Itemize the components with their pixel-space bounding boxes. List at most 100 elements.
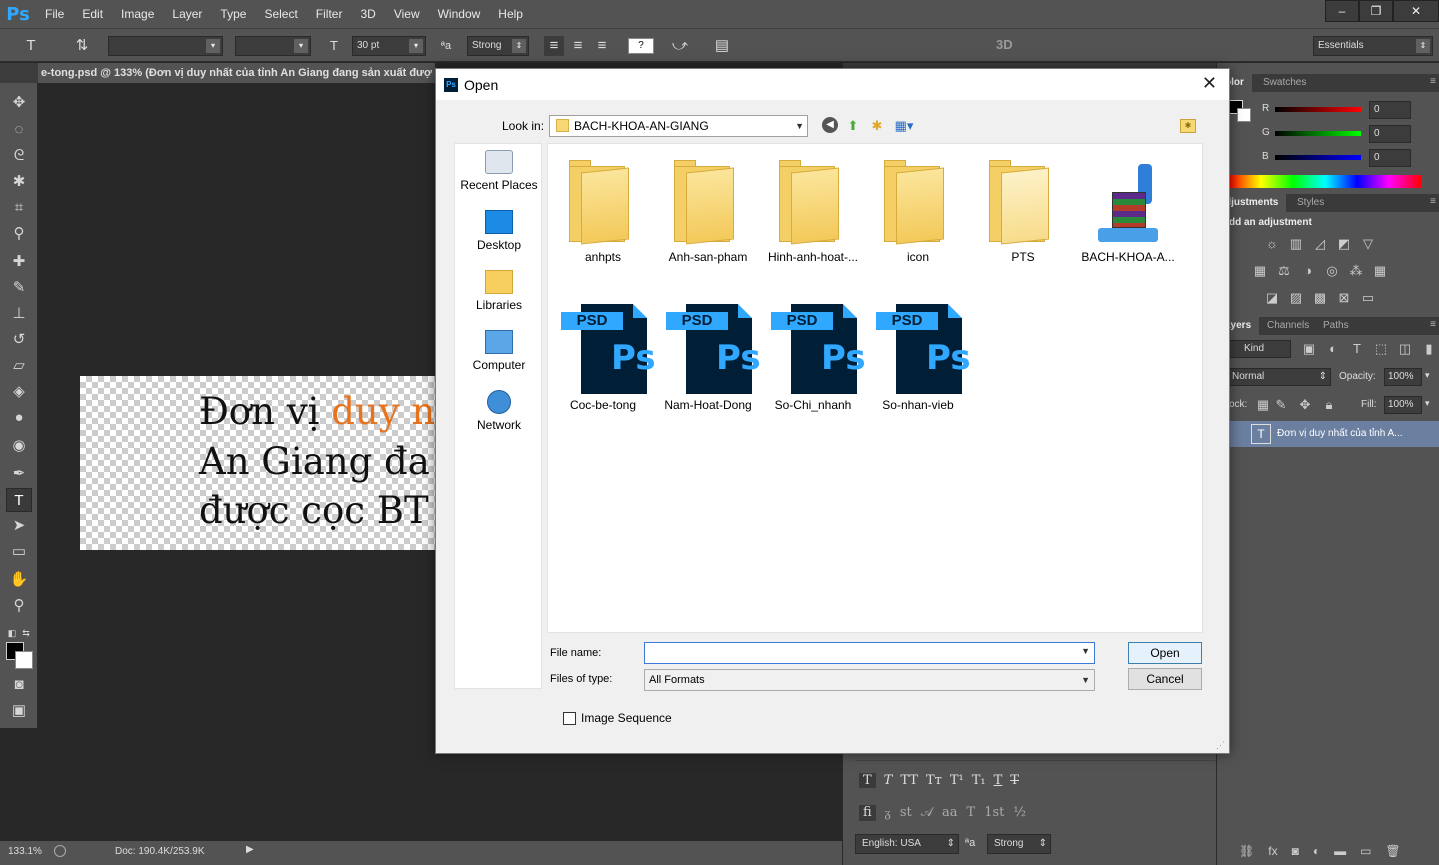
files-of-type-select[interactable]: All Formats ▼	[644, 669, 1095, 691]
green-track[interactable]	[1275, 131, 1361, 136]
crop-tool-icon[interactable]: ⌗	[6, 196, 32, 220]
align-center-icon[interactable]: ≡	[568, 36, 588, 56]
threshold-icon[interactable]: ▩	[1312, 290, 1328, 306]
lock-transparent-icon[interactable]: ▦	[1255, 397, 1271, 413]
blue-slider[interactable]: B 0	[1262, 149, 1412, 167]
eraser-tool-icon[interactable]: ▱	[6, 354, 32, 378]
new-layer-icon[interactable]: ▭	[1360, 844, 1371, 858]
brush-tool-icon[interactable]: ✎	[6, 276, 32, 300]
place-network[interactable]: Network	[455, 390, 543, 432]
folder-item[interactable]: Hinh-anh-hoat-...	[761, 144, 865, 274]
chevron-down-icon[interactable]: ▼	[1081, 646, 1090, 656]
green-value[interactable]: 0	[1369, 125, 1411, 143]
warp-text-icon[interactable]: ⤻	[670, 36, 690, 56]
color-lookup-icon[interactable]: ▦	[1372, 263, 1388, 279]
add-mask-icon[interactable]: ◙	[1292, 844, 1299, 858]
all-caps-icon[interactable]: TT	[900, 773, 918, 788]
strikethrough-icon[interactable]: T	[1010, 773, 1019, 788]
color-balance-icon[interactable]: ⚖	[1276, 263, 1292, 279]
fill-input[interactable]: 100%	[1384, 396, 1422, 414]
titling-icon[interactable]: aa	[942, 805, 958, 821]
color-spectrum[interactable]	[1229, 175, 1421, 188]
red-track[interactable]	[1275, 107, 1361, 112]
new-adjustment-icon[interactable]: ◐	[1313, 844, 1320, 858]
rectangle-tool-icon[interactable]: ▭	[6, 540, 32, 564]
new-folder-icon[interactable]: ✱	[868, 117, 886, 135]
marquee-tool-icon[interactable]: ◌	[6, 118, 32, 142]
minimize-button[interactable]: –	[1325, 0, 1359, 22]
document-tab[interactable]: e-tong.psd @ 133% (Đơn vị duy nhất của t…	[38, 63, 435, 83]
character-panel-icon[interactable]: ▤	[712, 36, 732, 56]
levels-icon[interactable]: ▥	[1288, 236, 1304, 252]
channel-mixer-icon[interactable]: ⁂	[1348, 263, 1364, 279]
delete-layer-icon[interactable]: 🗑︎	[1385, 844, 1400, 858]
menu-3d[interactable]: 3D	[351, 0, 384, 28]
image-sequence-option[interactable]: Image Sequence	[563, 711, 672, 725]
new-group-icon[interactable]: ▬	[1334, 844, 1346, 858]
menu-help[interactable]: Help	[489, 0, 532, 28]
share-icon[interactable]	[54, 845, 66, 857]
resize-grip-icon[interactable]: ⋰	[1216, 740, 1225, 751]
type-tool-icon[interactable]: T	[6, 488, 32, 512]
filter-shape-icon[interactable]: ⬚	[1373, 341, 1389, 357]
close-icon[interactable]: ✕	[1202, 73, 1217, 94]
align-right-icon[interactable]: ≡	[592, 36, 612, 56]
place-desktop[interactable]: Desktop	[455, 210, 543, 252]
healing-brush-tool-icon[interactable]: ✚	[6, 250, 32, 274]
place-recent[interactable]: Recent Places	[455, 150, 543, 192]
anti-alias-dropdown[interactable]: Strong ⇕	[467, 36, 529, 56]
tab-paths[interactable]: Paths	[1315, 317, 1357, 335]
align-left-icon[interactable]: ≡	[544, 36, 564, 56]
psd-file-item[interactable]: Ps PSD Coc-be-tong	[551, 292, 656, 422]
document-canvas[interactable]: Đơn vị duy n An Giang đa được cọc BT	[80, 376, 435, 550]
blue-value[interactable]: 0	[1369, 149, 1411, 167]
ligature-icon[interactable]: ﬁ	[859, 805, 876, 821]
filter-smart-object-icon[interactable]: ◫	[1397, 341, 1413, 357]
curves-icon[interactable]: ◿	[1312, 236, 1328, 252]
back-arrow-icon[interactable]: ◀	[822, 117, 838, 133]
workspace-dropdown[interactable]: Essentials ⇕	[1313, 36, 1433, 56]
paint-bucket-tool-icon[interactable]: ◈	[6, 380, 32, 404]
old-style-icon[interactable]: ᵹ	[885, 805, 891, 821]
superscript-icon[interactable]: T¹	[950, 773, 964, 788]
filter-toggle-icon[interactable]: ▮	[1421, 341, 1437, 357]
faux-italic-icon[interactable]: T	[884, 773, 893, 788]
path-selection-tool-icon[interactable]: ➤	[6, 514, 32, 538]
red-value[interactable]: 0	[1369, 101, 1411, 119]
toggle-orientation-icon[interactable]: ⇅	[72, 36, 92, 56]
menu-image[interactable]: Image	[112, 0, 163, 28]
zoom-level[interactable]: 133.1%	[8, 846, 42, 857]
cancel-button[interactable]: Cancel	[1128, 668, 1202, 690]
link-layers-icon[interactable]: ⛓	[1239, 844, 1254, 858]
view-menu-icon[interactable]: ▦▾	[892, 117, 916, 135]
type-tool-icon[interactable]: T	[20, 36, 42, 56]
screen-mode-icon[interactable]: ▣	[6, 699, 32, 723]
green-slider[interactable]: G 0	[1262, 125, 1412, 143]
filter-adjustment-icon[interactable]: ◐	[1325, 341, 1341, 357]
panel-menu-icon[interactable]: ≡	[1430, 196, 1436, 207]
quick-mask-icon[interactable]: ◙	[6, 673, 32, 697]
opacity-input[interactable]: 100%	[1384, 368, 1422, 386]
ordinal-icon[interactable]: 1st	[984, 805, 1004, 821]
blend-mode-dropdown[interactable]: Normal ⇕	[1229, 368, 1331, 386]
fraction-icon[interactable]: ½	[1013, 805, 1026, 821]
menu-select[interactable]: Select	[255, 0, 306, 28]
char-anti-alias-dropdown[interactable]: Strong ⇕	[987, 834, 1051, 854]
up-folder-icon[interactable]: ⬆	[844, 117, 862, 135]
zoom-tool-icon[interactable]: ⚲	[6, 594, 32, 618]
psd-file-item[interactable]: Ps PSD Nam-Hoat-Dong	[656, 292, 761, 422]
invert-icon[interactable]: ◪	[1264, 290, 1280, 306]
blur-tool-icon[interactable]: ●	[6, 406, 32, 430]
filter-pixel-icon[interactable]: ▣	[1301, 341, 1317, 357]
lock-all-icon[interactable]: 🔒︎	[1321, 397, 1337, 413]
underline-icon[interactable]: T	[994, 773, 1003, 788]
chevron-down-icon[interactable]: ▾	[1425, 398, 1430, 409]
swash-icon[interactable]: 𝒜	[921, 805, 933, 821]
folder-item[interactable]: icon	[866, 144, 970, 274]
language-dropdown[interactable]: English: USA ⇕	[855, 834, 959, 854]
menu-view[interactable]: View	[385, 0, 429, 28]
panel-menu-icon[interactable]: ≡	[1430, 76, 1436, 87]
lock-position-icon[interactable]: ✥	[1297, 397, 1313, 413]
small-caps-icon[interactable]: Tт	[926, 773, 942, 788]
clone-stamp-tool-icon[interactable]: ⊥	[6, 302, 32, 326]
